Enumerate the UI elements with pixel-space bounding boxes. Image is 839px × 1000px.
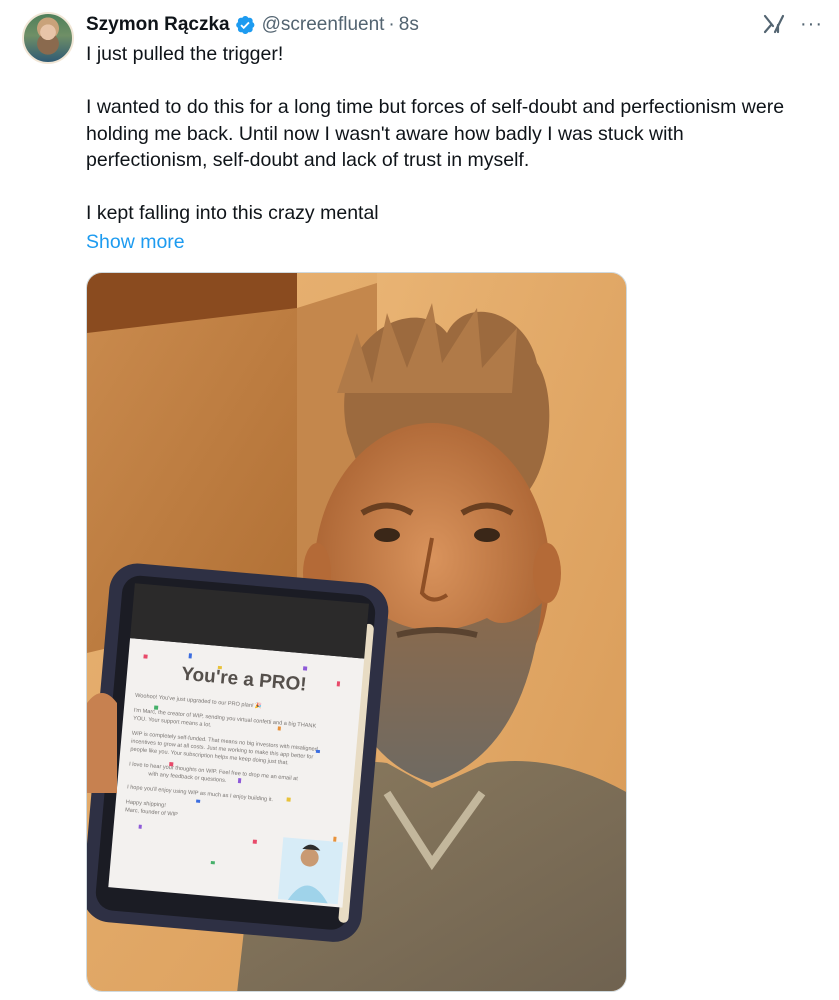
grok-icon[interactable] (762, 12, 786, 36)
author-avatar[interactable] (22, 12, 74, 64)
header-separator: · (388, 14, 395, 35)
author-name[interactable]: Szymon Rączka (86, 14, 230, 36)
verified-badge-icon[interactable] (234, 14, 256, 36)
tweet-photo[interactable]: You're a PRO! Woohoo! You've just upgrad… (86, 272, 627, 992)
tweet-body: I just pulled the trigger! I wanted to d… (86, 41, 806, 227)
tweet-line-1: I just pulled the trigger! (86, 43, 284, 65)
show-more-link[interactable]: Show more (86, 229, 185, 255)
tweet-actions-top: ··· (762, 12, 823, 36)
tweet-timestamp[interactable]: 8s (399, 14, 419, 36)
tweet-paragraph-2: I wanted to do this for a long time but … (86, 96, 785, 171)
more-options-icon[interactable]: ··· (800, 14, 823, 34)
tweet-header: Szymon Rączka @screenfluent · 8s (86, 12, 419, 38)
founder-photo (277, 837, 344, 905)
tweet-paragraph-3: I kept falling into this crazy mental (86, 202, 379, 224)
author-handle[interactable]: @screenfluent (262, 14, 385, 36)
